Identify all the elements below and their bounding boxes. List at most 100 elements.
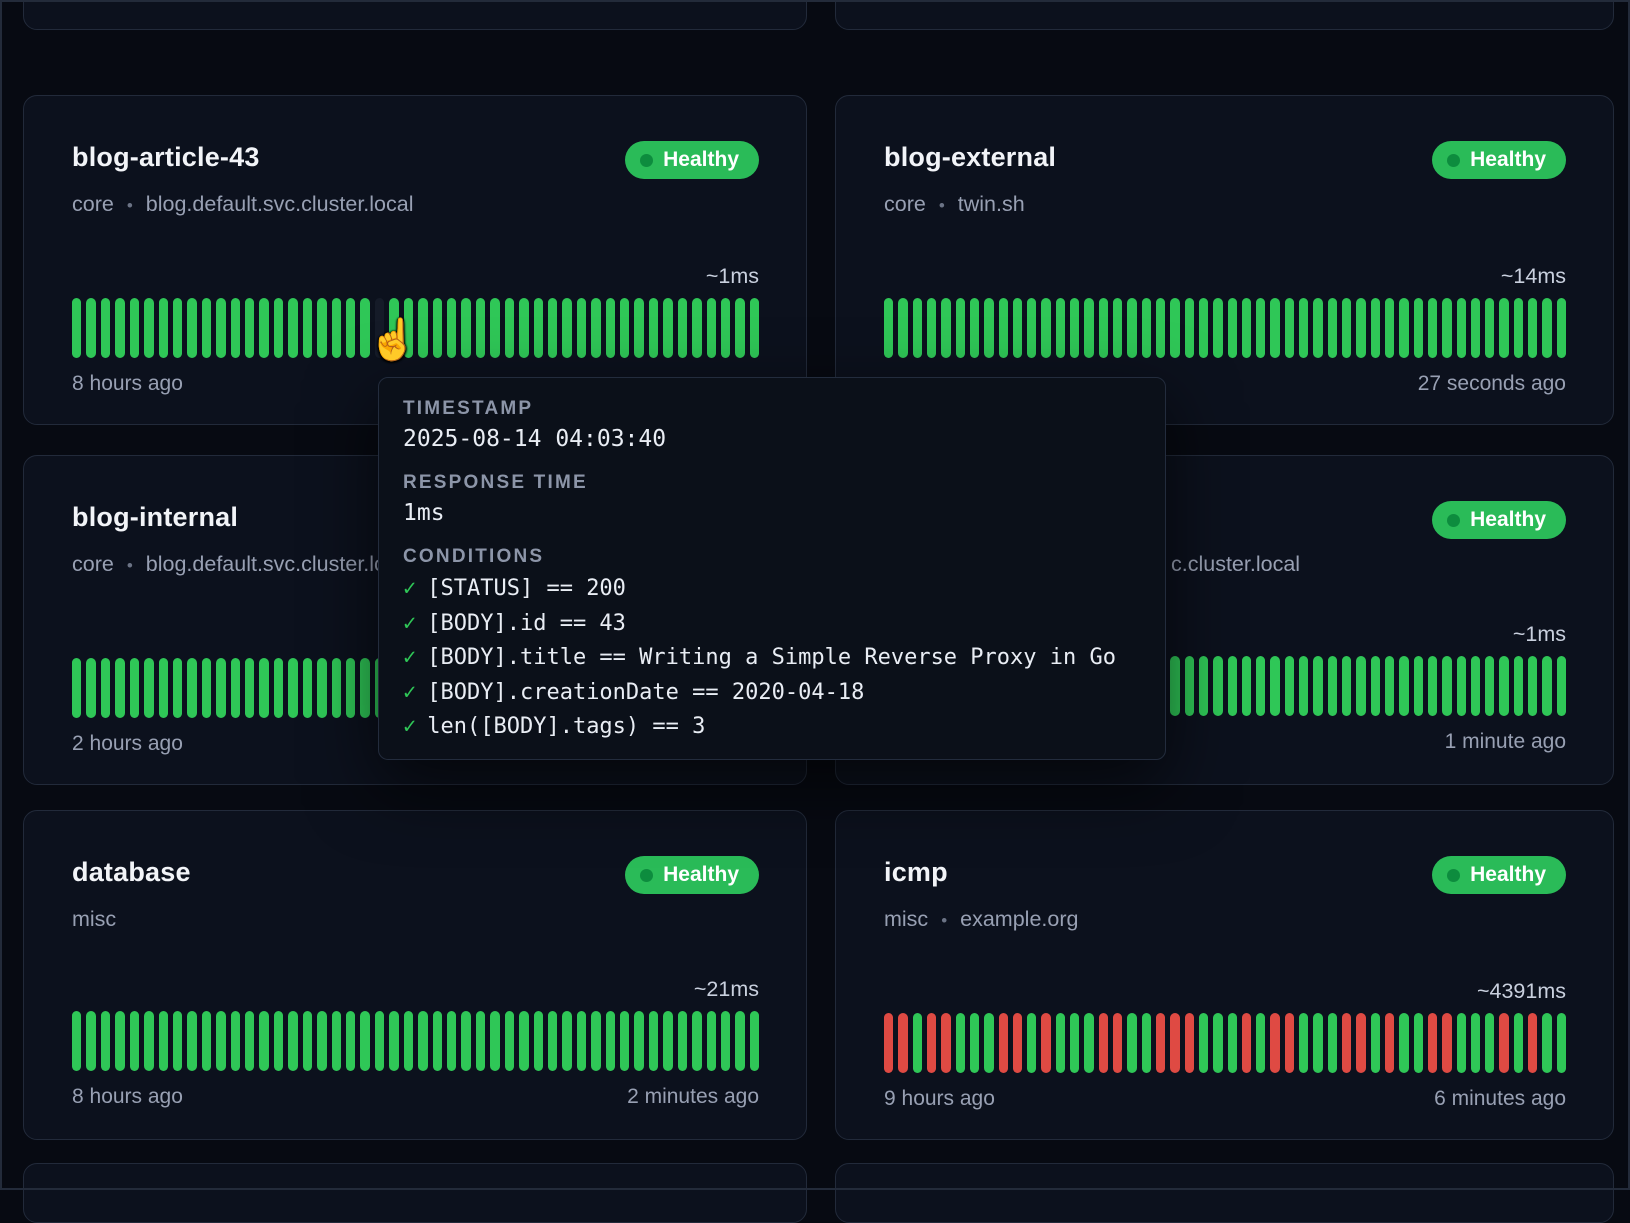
history-bar[interactable] — [1099, 1013, 1108, 1073]
history-bar[interactable] — [1084, 298, 1093, 358]
history-bar[interactable] — [1428, 298, 1437, 358]
history-bar[interactable] — [317, 298, 326, 358]
history-bar[interactable] — [984, 1013, 993, 1073]
history-bar[interactable] — [1185, 1013, 1194, 1073]
history-bar[interactable] — [86, 1011, 95, 1071]
history-bar[interactable] — [519, 298, 528, 358]
history-bar[interactable] — [634, 298, 643, 358]
history-bar[interactable] — [1528, 1013, 1537, 1073]
history-bar[interactable] — [1270, 298, 1279, 358]
history-bar[interactable] — [1442, 656, 1451, 716]
history-bar[interactable] — [173, 1011, 182, 1071]
history-bar[interactable] — [898, 298, 907, 358]
history-bar[interactable] — [970, 1013, 979, 1073]
history-bar[interactable] — [159, 1011, 168, 1071]
history-bar[interactable] — [115, 1011, 124, 1071]
history-bar[interactable] — [288, 1011, 297, 1071]
history-bar[interactable] — [678, 1011, 687, 1071]
card-partial-top-left[interactable] — [23, 0, 807, 30]
history-bar[interactable] — [1299, 656, 1308, 716]
history-bar[interactable] — [1385, 1013, 1394, 1073]
history-bar[interactable] — [1328, 298, 1337, 358]
history-bar[interactable] — [1485, 298, 1494, 358]
history-bar[interactable] — [1342, 1013, 1351, 1073]
history-bar[interactable] — [1027, 1013, 1036, 1073]
history-bar[interactable] — [346, 1011, 355, 1071]
history-bar[interactable] — [231, 1011, 240, 1071]
history-bar[interactable] — [620, 298, 629, 358]
history-bar[interactable] — [187, 1011, 196, 1071]
history-bar[interactable] — [476, 1011, 485, 1071]
history-bar[interactable] — [927, 298, 936, 358]
history-bar[interactable] — [490, 298, 499, 358]
history-bar[interactable] — [1457, 656, 1466, 716]
history-bar[interactable] — [1256, 298, 1265, 358]
history-bar[interactable] — [216, 658, 225, 718]
history-bar[interactable] — [274, 1011, 283, 1071]
history-bar[interactable] — [245, 1011, 254, 1071]
history-bar[interactable] — [1428, 1013, 1437, 1073]
history-bar[interactable] — [577, 1011, 586, 1071]
history-bar[interactable] — [1385, 298, 1394, 358]
history-bar[interactable] — [1185, 298, 1194, 358]
history-bar[interactable] — [1313, 298, 1322, 358]
history-bar[interactable] — [259, 298, 268, 358]
history-bar[interactable] — [1414, 1013, 1423, 1073]
history-bar[interactable] — [1414, 298, 1423, 358]
history-bar[interactable] — [433, 1011, 442, 1071]
history-bar[interactable] — [418, 298, 427, 358]
history-bar[interactable] — [72, 658, 81, 718]
history-bar[interactable] — [1084, 1013, 1093, 1073]
history-bar[interactable] — [303, 298, 312, 358]
history-bar[interactable] — [1514, 298, 1523, 358]
history-bar[interactable] — [1256, 1013, 1265, 1073]
history-bar[interactable] — [1399, 1013, 1408, 1073]
history-bar[interactable] — [1414, 656, 1423, 716]
history-bar[interactable] — [360, 658, 369, 718]
history-bar[interactable] — [1156, 298, 1165, 358]
history-bar[interactable] — [404, 298, 413, 358]
history-bar[interactable] — [130, 1011, 139, 1071]
history-bar[interactable] — [519, 1011, 528, 1071]
history-bar[interactable] — [562, 298, 571, 358]
history-bar[interactable] — [534, 1011, 543, 1071]
history-bar[interactable] — [999, 1013, 1008, 1073]
history-bar[interactable] — [1070, 298, 1079, 358]
history-bar[interactable] — [1457, 298, 1466, 358]
history-bar[interactable] — [1399, 656, 1408, 716]
history-bar-hovered[interactable] — [375, 298, 384, 358]
history-bar[interactable] — [447, 1011, 456, 1071]
history-bar[interactable] — [1471, 298, 1480, 358]
history-bar[interactable] — [649, 298, 658, 358]
history-bar[interactable] — [1256, 656, 1265, 716]
history-bar[interactable] — [259, 1011, 268, 1071]
history-bar[interactable] — [1499, 1013, 1508, 1073]
history-bar[interactable] — [1228, 298, 1237, 358]
history-bar[interactable] — [1113, 298, 1122, 358]
history-bar[interactable] — [999, 298, 1008, 358]
history-bar[interactable] — [404, 1011, 413, 1071]
history-bar[interactable] — [202, 298, 211, 358]
card-partial-top-right[interactable] — [835, 0, 1614, 30]
history-bar[interactable] — [913, 298, 922, 358]
history-bar[interactable] — [1170, 656, 1179, 716]
history-bar[interactable] — [913, 1013, 922, 1073]
history-bar[interactable] — [1557, 298, 1566, 358]
history-bar[interactable] — [1113, 1013, 1122, 1073]
history-bar[interactable] — [317, 1011, 326, 1071]
history-bar[interactable] — [1142, 1013, 1151, 1073]
history-bar[interactable] — [1485, 1013, 1494, 1073]
history-bar[interactable] — [144, 298, 153, 358]
history-bar[interactable] — [216, 298, 225, 358]
card-partial-bottom-right[interactable] — [835, 1163, 1614, 1223]
history-bar[interactable] — [898, 1013, 907, 1073]
history-bar[interactable] — [490, 1011, 499, 1071]
history-bar[interactable] — [606, 298, 615, 358]
history-bar[interactable] — [231, 298, 240, 358]
history-bar[interactable] — [1041, 298, 1050, 358]
history-bar[interactable] — [1013, 1013, 1022, 1073]
history-bar[interactable] — [884, 1013, 893, 1073]
history-bar[interactable] — [360, 1011, 369, 1071]
history-bar[interactable] — [1313, 656, 1322, 716]
history-bar[interactable] — [884, 298, 893, 358]
